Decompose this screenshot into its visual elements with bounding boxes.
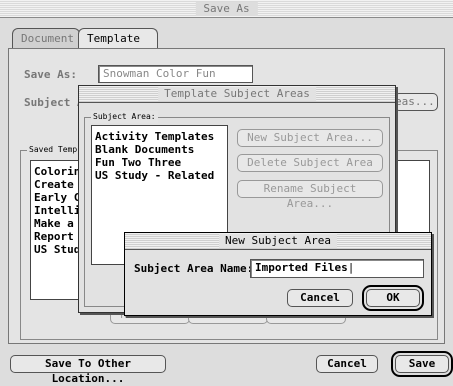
subject-area-group-label: Subject Area: <box>91 111 158 123</box>
rename-subject-area-button[interactable]: Rename Subject Area... <box>237 180 383 210</box>
template-subject-areas-title: Template Subject Areas <box>158 87 316 101</box>
save-as-label: Save As: <box>24 68 77 81</box>
cancel-button[interactable]: Cancel <box>316 355 378 373</box>
cancel-new-subject-button[interactable]: Cancel <box>287 289 353 307</box>
saved-templates-group-label: Saved Temp <box>27 144 80 156</box>
save-to-other-location-button[interactable]: Save To Other Location... <box>10 355 166 385</box>
subject-area-label: Subject A <box>24 96 84 109</box>
new-subject-area-button[interactable]: New Subject Area... <box>237 129 383 147</box>
list-item[interactable]: Fun Two Three <box>95 156 224 169</box>
tab-template[interactable]: Template <box>78 28 158 49</box>
template-subject-areas-title-bar[interactable]: Template Subject Areas <box>79 86 395 103</box>
subject-area-name-label: Subject Area Name: <box>134 262 254 275</box>
subject-area-name-field[interactable]: Imported Files| <box>250 259 424 278</box>
list-item[interactable]: US Study - Related <box>95 169 224 182</box>
list-item[interactable]: Activity Templates <box>95 130 224 143</box>
list-item[interactable]: Blank Documents <box>95 143 224 156</box>
new-subject-area-title-bar[interactable]: New Subject Area <box>125 233 431 250</box>
tab-document[interactable]: Document <box>12 28 80 48</box>
window-title-bar[interactable]: Save As <box>0 0 453 18</box>
save-as-field[interactable]: Snowman Color Fun <box>98 65 253 83</box>
subject-area-name-value: Imported Files <box>255 261 348 274</box>
delete-subject-area-button[interactable]: Delete Subject Area <box>237 154 383 172</box>
new-subject-area-title: New Subject Area <box>219 234 337 248</box>
save-button[interactable]: Save <box>391 351 453 377</box>
ok-button[interactable]: OK <box>362 285 424 311</box>
window-title: Save As <box>195 2 258 16</box>
subject-areas-button[interactable]: eas... <box>394 93 438 111</box>
